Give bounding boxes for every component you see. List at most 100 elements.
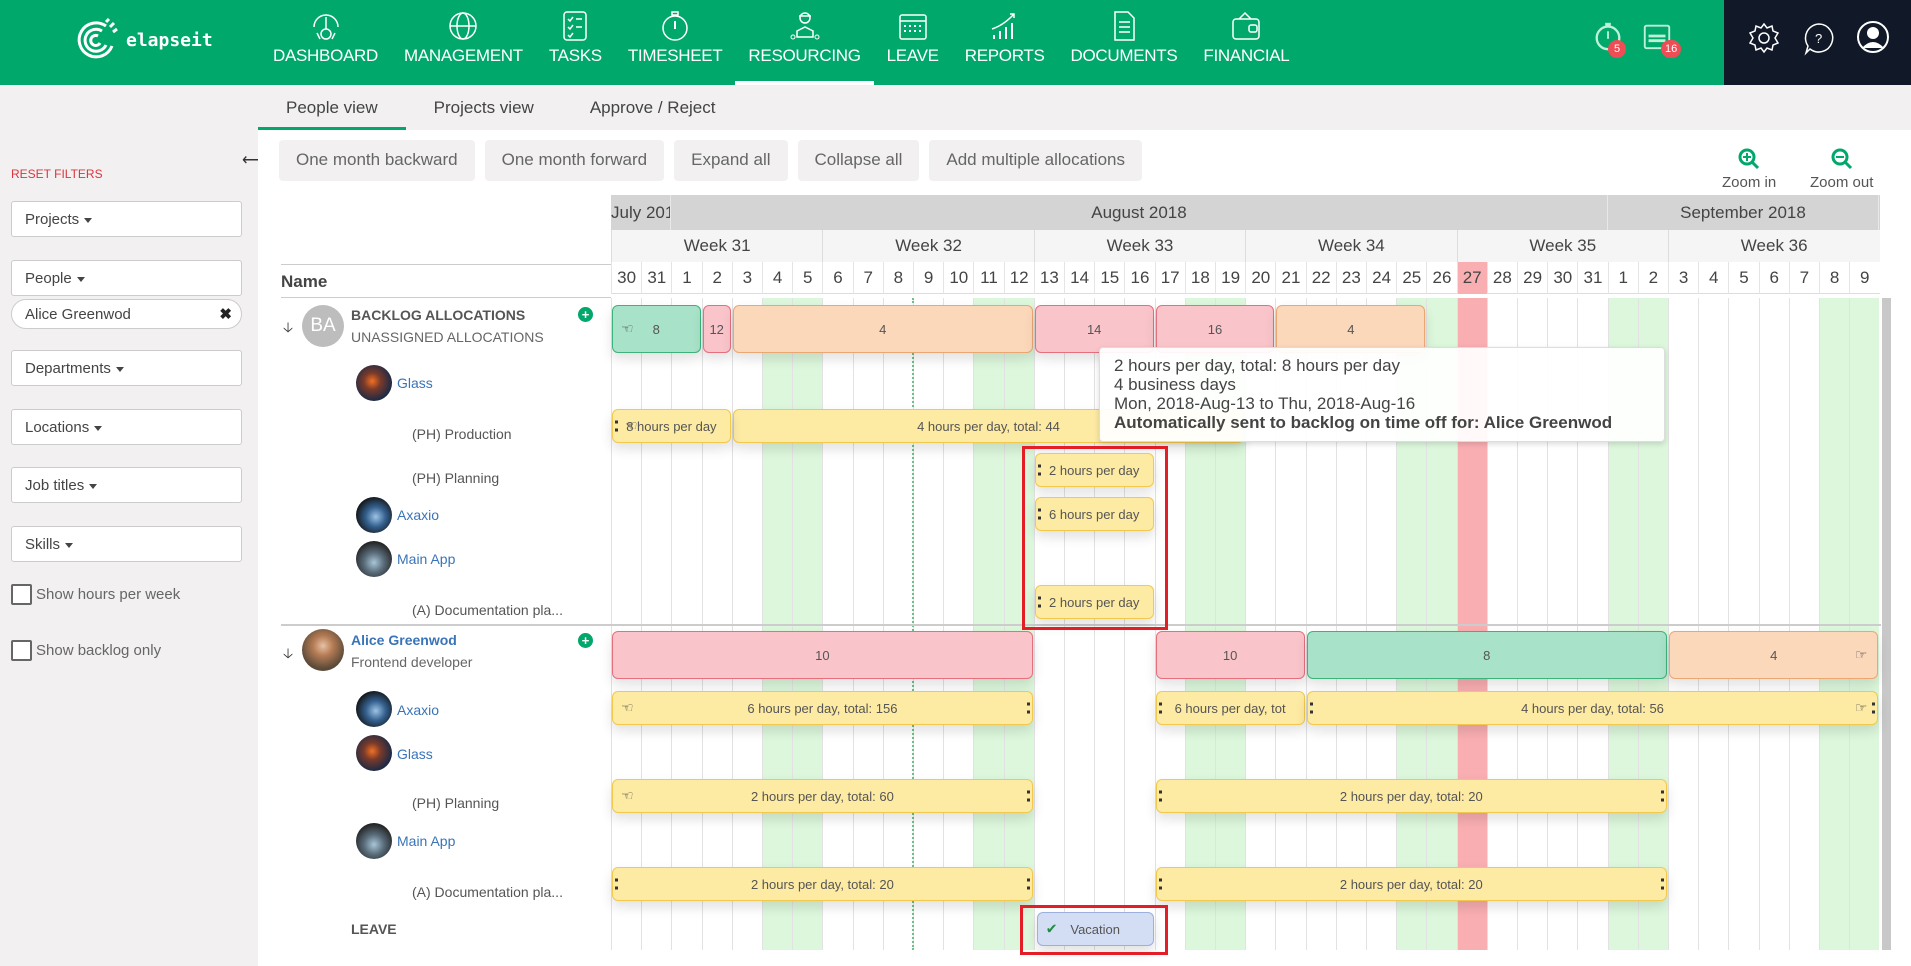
person-allocation-bar[interactable]: 4 hours per day, total: 56 ☞ xyxy=(1306,691,1879,725)
hand-pointer-left-icon[interactable]: ☜ xyxy=(621,788,634,805)
backlog-summary-bar[interactable]: 4 xyxy=(732,305,1033,353)
bar-label: 8 xyxy=(652,321,660,337)
person-summary-bar[interactable]: 10 xyxy=(612,631,1033,679)
person-allocation-bar[interactable]: 6 hours per day, tot xyxy=(1155,691,1305,725)
timer-button[interactable]: 5 xyxy=(1592,18,1626,59)
day-label: 30 xyxy=(1547,262,1577,294)
caret-down-icon xyxy=(76,276,85,282)
project-link-axaxio[interactable]: Axaxio xyxy=(397,507,439,523)
locations-filter[interactable]: Locations xyxy=(11,409,242,445)
day-label: 7 xyxy=(852,262,883,294)
resize-handle[interactable] xyxy=(1660,790,1664,802)
remove-chip-icon[interactable]: ✖ xyxy=(219,305,232,323)
checkbox-box[interactable] xyxy=(11,584,32,605)
stopwatch-icon xyxy=(662,11,688,41)
resize-handle[interactable] xyxy=(615,420,618,432)
expand-arrow-icon[interactable]: 🡣 xyxy=(283,317,293,341)
tab-projects-view[interactable]: Projects view xyxy=(406,85,562,130)
day-label: 10 xyxy=(943,262,973,294)
bar-label: 10 xyxy=(1222,647,1238,663)
job-titles-filter[interactable]: Job titles xyxy=(11,467,242,503)
hand-pointer-left-icon[interactable]: ☜ xyxy=(621,700,634,717)
hand-pointer-left-icon[interactable]: ☜ xyxy=(621,321,634,338)
resize-handle[interactable] xyxy=(1026,790,1030,802)
day-label: 22 xyxy=(1305,262,1336,294)
resize-handle[interactable] xyxy=(1872,702,1876,714)
person-summary-bar[interactable]: 8 xyxy=(1306,631,1667,679)
person-allocation-bar[interactable]: 2 hours per day, total: 60 ☜ xyxy=(612,779,1033,813)
resize-handle[interactable] xyxy=(1158,878,1162,890)
hand-pointer-right-icon[interactable]: ☞ xyxy=(1855,647,1868,664)
month-forward-button[interactable]: One month forward xyxy=(484,140,665,181)
day-label: 17 xyxy=(1154,262,1185,294)
person-name-link[interactable]: Alice Greenwod xyxy=(351,632,457,648)
day-label: 4 xyxy=(1698,262,1728,294)
nav-management[interactable]: MANAGEMENT xyxy=(391,0,536,85)
person-allocation-bar[interactable]: 2 hours per day, total: 20 xyxy=(1155,779,1667,813)
person-allocation-bar[interactable]: 6 hours per day, total: 156 ☜ xyxy=(612,691,1033,725)
timer-badge: 5 xyxy=(1608,40,1626,58)
backlog-summary-bar[interactable]: 12 xyxy=(702,305,731,353)
project-link-glass[interactable]: Glass xyxy=(397,746,433,762)
person-summary-bar[interactable]: 4 ☞ xyxy=(1669,631,1879,679)
help-icon[interactable]: ? xyxy=(1803,22,1835,56)
zoom-out-button[interactable]: Zoom out xyxy=(1810,148,1873,191)
backlog-summary-bar[interactable]: 4 xyxy=(1276,305,1426,353)
project-link-glass[interactable]: Glass xyxy=(397,375,433,391)
resize-handle[interactable] xyxy=(1026,702,1030,714)
resize-handle[interactable] xyxy=(1660,878,1664,890)
checkbox-box[interactable] xyxy=(11,640,32,661)
collapse-all-button[interactable]: Collapse all xyxy=(797,140,920,181)
expand-all-button[interactable]: Expand all xyxy=(674,140,788,181)
add-allocation-plus-icon[interactable]: + xyxy=(578,307,593,322)
project-link-main-app[interactable]: Main App xyxy=(397,551,455,567)
nav-leave[interactable]: LEAVE xyxy=(874,0,952,85)
app-logo[interactable]: elapseit xyxy=(76,18,213,62)
backlog-allocation-bar[interactable]: 8 hours per day ☜ xyxy=(612,409,731,443)
tab-people-view[interactable]: People view xyxy=(258,85,406,130)
backlog-summary-bar[interactable]: 16 xyxy=(1155,305,1275,353)
project-link-axaxio[interactable]: Axaxio xyxy=(397,702,439,718)
nav-reports[interactable]: REPORTS xyxy=(952,0,1058,85)
backlog-summary-bar[interactable]: 14 xyxy=(1034,305,1154,353)
expand-arrow-icon[interactable]: 🡣 xyxy=(283,643,293,667)
person-allocation-bar[interactable]: 2 hours per day, total: 20 xyxy=(1155,867,1667,901)
add-allocation-plus-icon[interactable]: + xyxy=(578,633,593,648)
nav-documents[interactable]: DOCUMENTS xyxy=(1058,0,1191,85)
vertical-scrollbar[interactable] xyxy=(1882,298,1891,950)
resize-handle[interactable] xyxy=(1309,702,1313,714)
nav-resourcing[interactable]: RESOURCING xyxy=(735,0,874,85)
day-label: 9 xyxy=(1849,262,1879,294)
nav-financial[interactable]: FINANCIAL xyxy=(1190,0,1302,85)
hand-pointer-right-icon[interactable]: ☞ xyxy=(1855,700,1868,717)
resize-handle[interactable] xyxy=(1158,702,1162,714)
skills-filter[interactable]: Skills xyxy=(11,526,242,562)
user-avatar-icon[interactable] xyxy=(1856,20,1890,54)
projects-filter[interactable]: Projects xyxy=(11,201,242,237)
resize-handle[interactable] xyxy=(1158,790,1162,802)
person-summary-bar[interactable]: 10 xyxy=(1155,631,1305,679)
calendar-button[interactable]: 16 xyxy=(1641,18,1682,59)
backlog-summary-bar[interactable]: 8 ☜ xyxy=(612,305,701,353)
leave-label: LEAVE xyxy=(351,921,397,937)
gear-icon[interactable] xyxy=(1748,22,1780,54)
backlog-title: BACKLOG ALLOCATIONS xyxy=(351,307,526,323)
nav-timesheet[interactable]: TIMESHEET xyxy=(615,0,736,85)
people-filter[interactable]: People xyxy=(11,260,242,296)
tab-approve-reject[interactable]: Approve / Reject xyxy=(562,85,744,130)
resize-handle[interactable] xyxy=(1026,878,1030,890)
project-link-main-app[interactable]: Main App xyxy=(397,833,455,849)
add-multiple-allocations-button[interactable]: Add multiple allocations xyxy=(929,140,1142,181)
person-allocation-bar[interactable]: 2 hours per day, total: 20 xyxy=(612,867,1033,901)
departments-filter[interactable]: Departments xyxy=(11,350,242,386)
resize-handle[interactable] xyxy=(615,878,618,890)
zoom-in-button[interactable]: Zoom in xyxy=(1722,148,1776,191)
nav-tasks[interactable]: TASKS xyxy=(536,0,615,85)
month-backward-button[interactable]: One month backward xyxy=(279,140,475,181)
show-backlog-only-checkbox[interactable]: Show backlog only xyxy=(11,640,161,661)
show-hours-per-week-checkbox[interactable]: Show hours per week xyxy=(11,584,180,605)
hand-pointer-left-icon[interactable]: ☜ xyxy=(625,418,638,435)
reset-filters-link[interactable]: RESET FILTERS xyxy=(11,167,103,181)
toolbar: One month backward One month forward Exp… xyxy=(279,140,1142,181)
nav-dashboard[interactable]: DASHBOARD xyxy=(260,0,391,85)
